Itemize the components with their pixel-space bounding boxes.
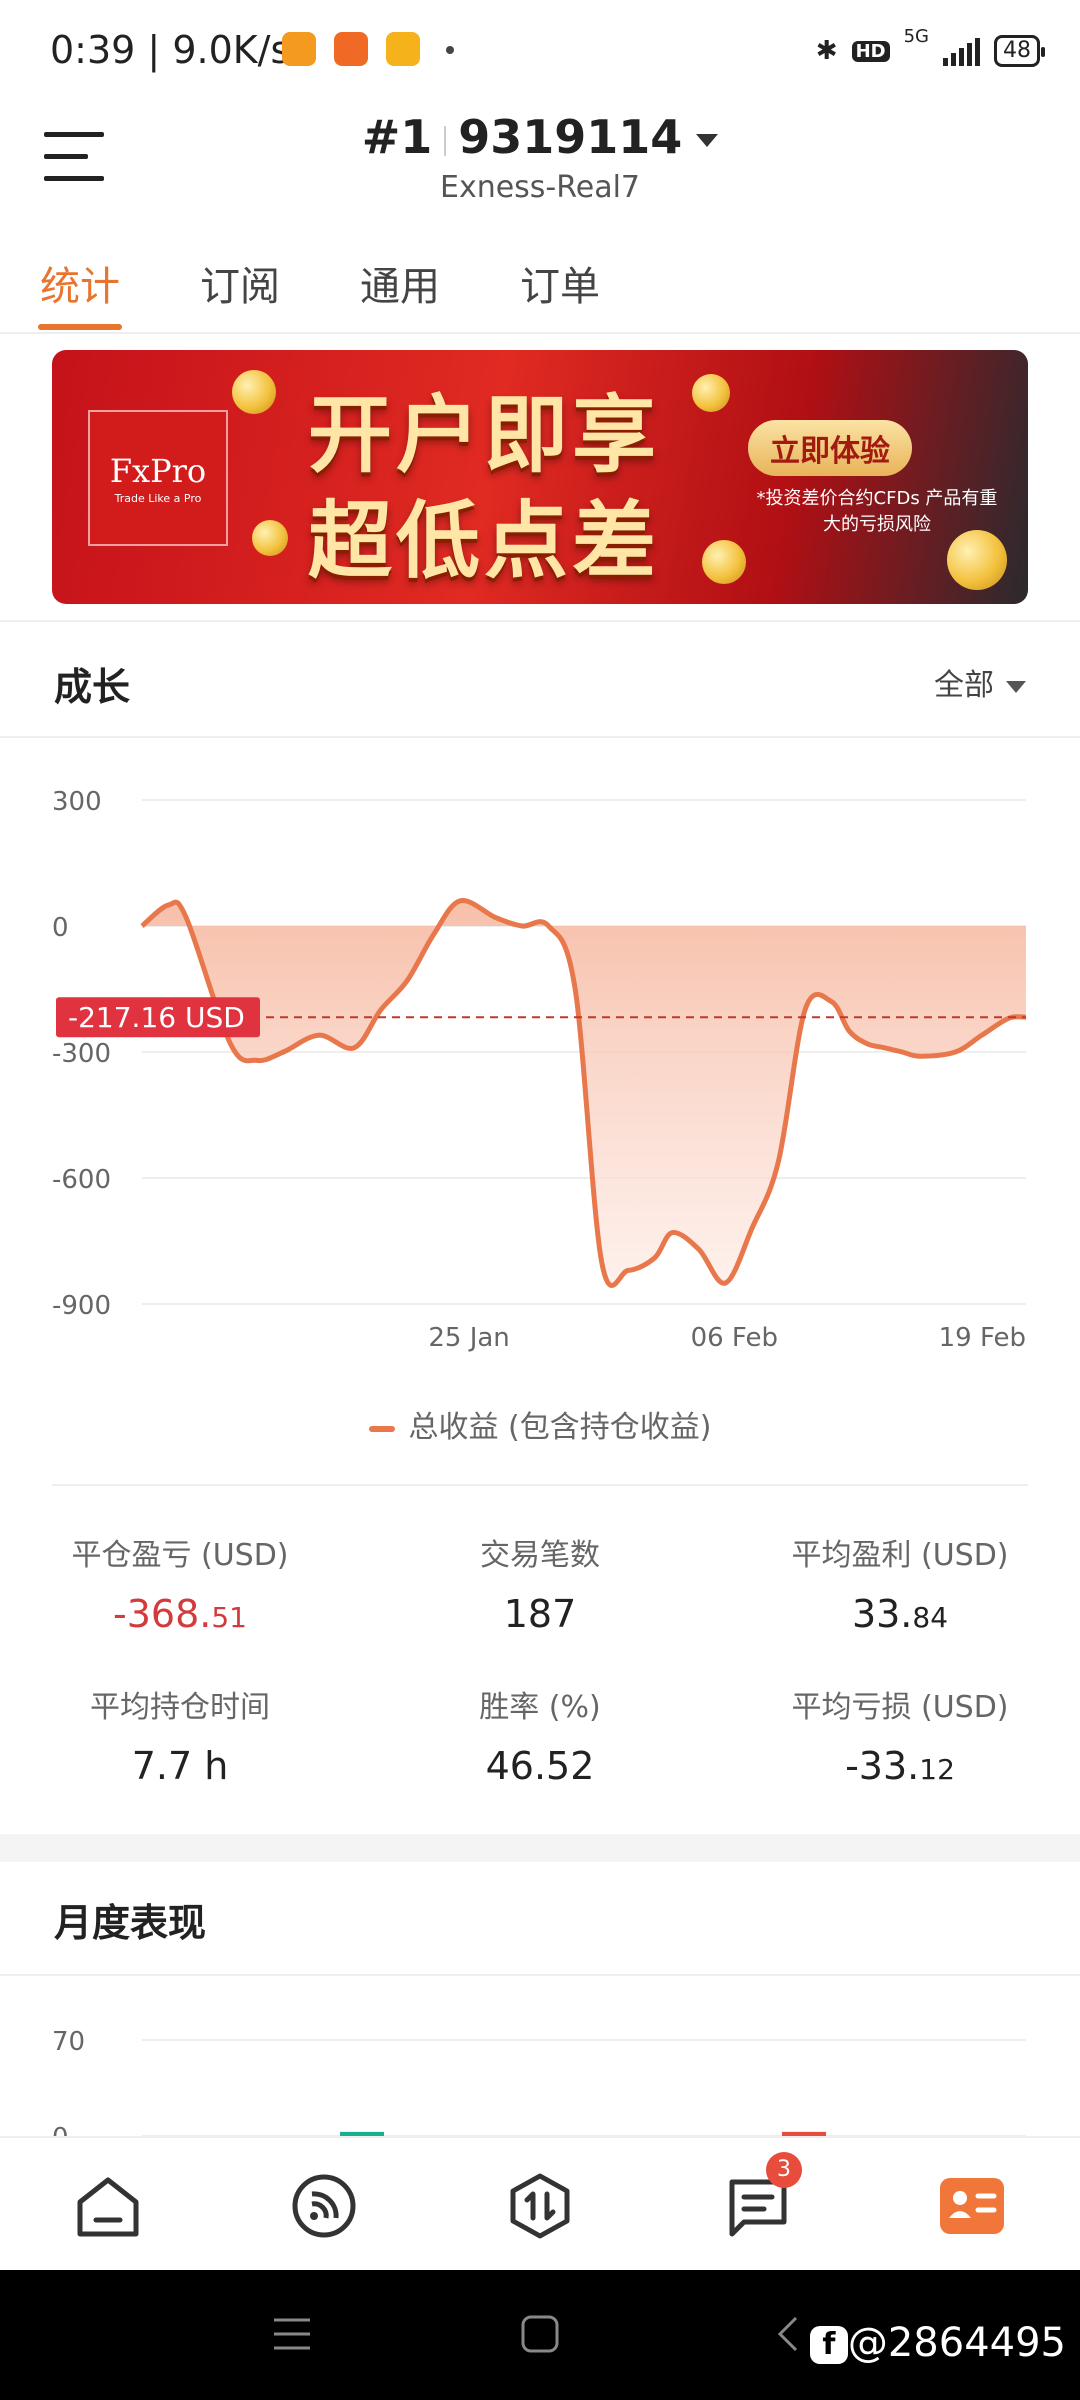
stat-label: 平仓盈亏 (USD) — [71, 1538, 289, 1573]
nav-profile[interactable] — [938, 2172, 1006, 2240]
stat-value: 7.7 h — [131, 1744, 229, 1788]
banner-headline-1: 开户即享 — [308, 386, 661, 484]
x-tick-label: 19 Feb — [939, 1323, 1026, 1353]
svg-text:-217.16 USD: -217.16 USD — [68, 1001, 245, 1034]
y-tick-label: -900 — [52, 1291, 111, 1321]
legend-swatch — [368, 1425, 395, 1432]
stat-value: -368.51 — [113, 1592, 247, 1636]
net-speed: 9.0K/s — [172, 28, 291, 72]
banner-headline-2: 超低点差 — [308, 492, 661, 590]
account-selector[interactable]: #1 9319114 — [0, 110, 1080, 164]
coin-icon — [232, 370, 276, 414]
y-tick-label: 0 — [52, 913, 69, 943]
status-bar: 0:39 | 9.0K/s ✱ HD 5G 48 — [0, 0, 1080, 100]
network-type: 5G — [903, 26, 929, 47]
stat-label: 平均持仓时间 — [90, 1690, 270, 1725]
monthly-chart: 700 — [52, 2027, 1026, 2140]
signal-feed-icon — [292, 2174, 356, 2238]
divider — [0, 736, 1080, 738]
bottom-nav: 3 — [0, 2136, 1080, 2272]
stat-closed-pnl: 平仓盈亏 (USD) -368.51 — [0, 1530, 360, 1636]
growth-range-dropdown[interactable]: 全部 — [934, 660, 1026, 704]
back-icon[interactable] — [772, 2314, 802, 2354]
growth-title: 成长 — [54, 665, 131, 709]
home-icon — [77, 2177, 139, 2237]
tab-general[interactable]: 通用 — [360, 254, 440, 312]
hd-badge: HD — [851, 40, 890, 62]
stat-label: 胜率 (%) — [479, 1690, 601, 1725]
legend-label: 总收益 (包含持仓收益) — [408, 1410, 712, 1445]
divider — [0, 620, 1080, 622]
monthly-title: 月度表现 — [54, 1901, 207, 1945]
status-time: 0:39 | 9.0K/s — [50, 28, 291, 72]
dropdown-caret-icon — [1006, 680, 1026, 693]
stat-avg-hold-time: 平均持仓时间 7.7 h — [0, 1682, 360, 1788]
coin-icon — [947, 530, 1007, 590]
account-separator — [444, 125, 447, 156]
y-tick-label: -600 — [52, 1165, 111, 1195]
stat-value: 46.52 — [485, 1744, 595, 1788]
x-tick-label: 06 Feb — [691, 1323, 778, 1353]
growth-chart: 300 0 -300 -600 -900 25 Jan 06 Feb 19 Feb -217… — [52, 787, 1027, 1353]
stat-value: 33.84 — [851, 1592, 949, 1636]
stat-value: -33.12 — [845, 1744, 955, 1788]
growth-range-value: 全部 — [934, 668, 994, 703]
tab-subscriptions[interactable]: 订阅 — [200, 254, 280, 312]
account-prefix: #1 — [361, 110, 433, 164]
brand-name: FxPro — [109, 452, 207, 490]
stat-avg-loss: 平均亏损 (USD) -33.12 — [720, 1682, 1080, 1788]
growth-legend: 总收益 (包含持仓收益) — [0, 1402, 1080, 1446]
account-server: Exness-Real7 — [439, 170, 641, 205]
coin-icon — [702, 540, 746, 584]
risk-warning: *投资差价合约CFDs 产品有重大的亏损风险 — [756, 488, 998, 535]
stat-win-rate: 胜率 (%) 46.52 — [360, 1682, 720, 1788]
battery-icon: 48 — [994, 35, 1045, 67]
watermark: f @2864495 — [809, 2320, 1066, 2366]
y-tick-label: 300 — [52, 787, 102, 817]
tab-statistics[interactable]: 统计 — [40, 254, 120, 312]
nav-trade[interactable] — [506, 2172, 574, 2240]
dropdown-caret-icon — [696, 134, 719, 147]
app-notification-icon — [386, 32, 420, 66]
y-tick-label: 70 — [52, 2027, 85, 2057]
current-value-label: -217.16 USD — [56, 997, 260, 1038]
trade-icon — [510, 2173, 570, 2239]
stat-label: 交易笔数 — [480, 1538, 600, 1573]
profile-card-icon — [940, 2178, 1004, 2234]
watermark-logo-icon: f — [809, 2326, 848, 2364]
bluetooth-icon: ✱ — [815, 36, 838, 66]
tab-bar: 统计 订阅 通用 订单 — [0, 240, 1080, 334]
x-tick-label: 25 Jan — [428, 1323, 509, 1353]
y-tick-label: -300 — [52, 1039, 111, 1069]
active-tab-indicator — [38, 324, 122, 330]
account-number: 9319114 — [458, 110, 683, 164]
status-right: ✱ HD 5G 48 — [815, 26, 1045, 76]
coin-icon — [692, 374, 730, 412]
nav-home[interactable] — [74, 2172, 142, 2240]
recent-apps-icon[interactable] — [272, 2314, 312, 2354]
brand-tagline: Trade Like a Pro — [114, 492, 202, 505]
messages-badge: 3 — [766, 2152, 802, 2188]
divider — [52, 1484, 1028, 1486]
tab-orders[interactable]: 订单 — [520, 254, 600, 312]
coin-icon — [252, 520, 288, 556]
stat-trade-count: 交易笔数 187 — [360, 1530, 720, 1636]
stat-label: 平均亏损 (USD) — [791, 1690, 1009, 1725]
promo-banner[interactable]: FxPro Trade Like a Pro 开户即享 超低点差 立即体验 *投… — [52, 350, 1028, 604]
banner-cta-button[interactable]: 立即体验 — [748, 420, 912, 476]
stat-avg-profit: 平均盈利 (USD) 33.84 — [720, 1530, 1080, 1636]
stat-value: 187 — [503, 1592, 577, 1636]
app-notification-icon — [282, 32, 316, 66]
fxpro-logo: FxPro Trade Like a Pro — [88, 410, 228, 546]
signal-icon — [943, 36, 980, 66]
stat-label: 平均盈利 (USD) — [791, 1538, 1009, 1573]
divider — [0, 1974, 1080, 1976]
section-gap — [0, 1834, 1080, 1862]
home-button-icon[interactable] — [520, 2314, 560, 2354]
nav-signals[interactable] — [290, 2172, 358, 2240]
more-notifications-dot — [446, 46, 454, 54]
app-notification-icon — [334, 32, 368, 66]
battery-level: 48 — [1003, 38, 1031, 63]
